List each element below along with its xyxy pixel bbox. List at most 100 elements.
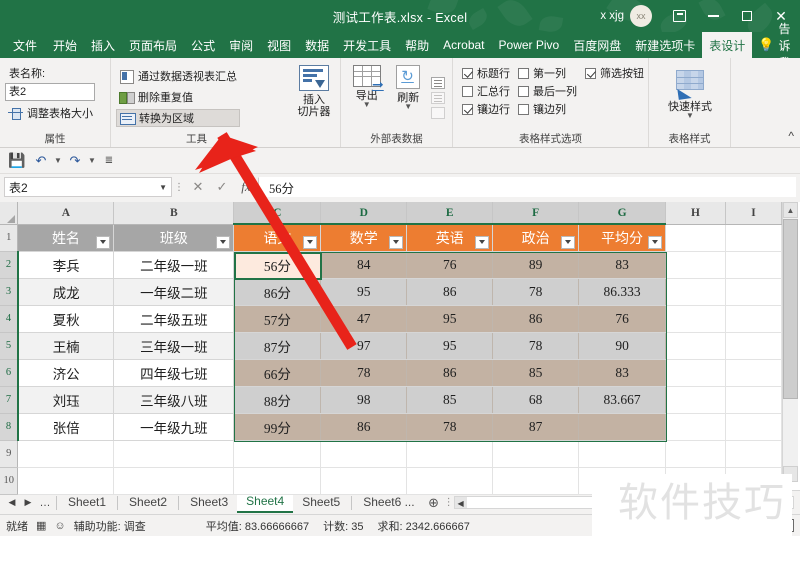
cell-c7[interactable]: 88分 <box>233 386 322 414</box>
cell-a4[interactable]: 夏秋 <box>17 305 115 333</box>
cell-d8[interactable]: 86 <box>320 413 408 441</box>
cell-a6[interactable]: 济公 <box>17 359 115 387</box>
cell-g8[interactable] <box>578 413 667 441</box>
save-icon[interactable]: 💾 <box>6 151 28 171</box>
row-header-1[interactable]: 1 <box>0 224 19 252</box>
cell-b2[interactable]: 二年级一班 <box>113 251 235 279</box>
nav-first-icon[interactable]: ◀ <box>4 497 20 508</box>
empty-cell[interactable] <box>725 224 783 252</box>
table-name-input[interactable]: 表2 <box>5 83 95 101</box>
ribbon-display-options-icon[interactable] <box>662 0 696 32</box>
cell-f2[interactable]: 89 <box>492 251 580 279</box>
cell-g2[interactable]: 83 <box>578 251 667 279</box>
add-sheet-icon[interactable]: ⊕ <box>424 495 444 511</box>
chevron-down-icon[interactable]: ▼ <box>363 101 371 109</box>
empty-cell[interactable] <box>665 440 726 468</box>
empty-cell[interactable] <box>665 359 726 387</box>
checkbox-banded-columns[interactable]: 镶边列 <box>518 101 577 117</box>
cell-a5[interactable]: 王楠 <box>17 332 115 360</box>
share-button[interactable]: 👤+ 共享 <box>796 32 800 58</box>
scroll-up-icon[interactable]: ▲ <box>783 202 798 218</box>
cell-f4[interactable]: 86 <box>492 305 580 333</box>
column-header-d[interactable]: D <box>320 202 408 225</box>
empty-cell[interactable] <box>725 332 783 360</box>
cell-d5[interactable]: 97 <box>320 332 408 360</box>
all-sheets-icon[interactable]: ⋮ <box>444 497 454 508</box>
checkbox-header-row[interactable]: 标题行 <box>462 65 510 81</box>
tab-home[interactable]: 开始 <box>46 32 84 58</box>
summarize-with-pivottable-button[interactable]: 通过数据透视表汇总 <box>116 67 240 85</box>
empty-cell[interactable] <box>320 467 408 495</box>
cell-f6[interactable]: 85 <box>492 359 580 387</box>
column-header-c[interactable]: C <box>233 202 322 225</box>
cell-c6[interactable]: 66分 <box>233 359 322 387</box>
column-header-g[interactable]: G <box>578 202 667 225</box>
empty-cell[interactable] <box>113 467 235 495</box>
undo-dropdown-icon[interactable]: ▼ <box>54 156 62 165</box>
column-header-f[interactable]: F <box>492 202 580 225</box>
cell-c8[interactable]: 99分 <box>233 413 322 441</box>
row-header-4[interactable]: 4 <box>0 305 19 333</box>
table-header-cell[interactable]: 语文 <box>233 224 322 252</box>
cell-f8[interactable]: 87 <box>492 413 580 441</box>
avatar[interactable]: xx <box>630 5 652 27</box>
vscroll-thumb[interactable] <box>783 219 798 399</box>
row-header-9[interactable]: 9 <box>0 440 19 468</box>
enter-checkmark-icon[interactable]: ✓ <box>210 177 234 197</box>
remove-duplicates-button[interactable]: 删除重复值 <box>116 88 240 106</box>
cell-e8[interactable]: 78 <box>406 413 494 441</box>
column-header-b[interactable]: B <box>113 202 235 225</box>
cell-c5[interactable]: 87分 <box>233 332 322 360</box>
customize-qat-icon[interactable]: ≣ <box>98 151 120 171</box>
empty-cell[interactable] <box>492 440 580 468</box>
filter-dropdown-icon[interactable] <box>96 235 111 249</box>
row-header-7[interactable]: 7 <box>0 386 19 414</box>
cell-c4[interactable]: 57分 <box>233 305 322 333</box>
tab-help[interactable]: 帮助 <box>398 32 436 58</box>
tab-formulas[interactable]: 公式 <box>184 32 222 58</box>
empty-cell[interactable] <box>233 467 322 495</box>
chevron-down-icon[interactable]: ▼ <box>686 112 694 120</box>
empty-cell[interactable] <box>725 440 783 468</box>
column-header-i[interactable]: I <box>725 202 783 225</box>
tab-insert[interactable]: 插入 <box>84 32 122 58</box>
fx-icon[interactable]: fx <box>234 177 258 197</box>
chevron-down-icon[interactable]: ▼ <box>159 183 167 192</box>
table-header-cell[interactable]: 平均分 <box>578 224 667 252</box>
cell-g7[interactable]: 83.667 <box>578 386 667 414</box>
tab-table-design[interactable]: 表设计 <box>702 32 753 58</box>
empty-cell[interactable] <box>665 251 726 279</box>
quick-styles-button[interactable]: 快速样式 ▼ <box>654 66 726 120</box>
undo-icon[interactable]: ↶ <box>30 151 52 171</box>
empty-cell[interactable] <box>17 440 115 468</box>
convert-to-range-button[interactable]: 转换为区域 <box>116 109 240 127</box>
empty-cell[interactable] <box>665 386 726 414</box>
column-header-a[interactable]: A <box>17 202 115 225</box>
empty-cell[interactable] <box>725 251 783 279</box>
empty-cell[interactable] <box>725 359 783 387</box>
checkbox-banded-rows[interactable]: 镶边行 <box>462 101 510 117</box>
formula-bar-grip[interactable]: ⋮ <box>172 182 186 193</box>
cell-c2[interactable]: 56分 <box>233 251 322 279</box>
filter-dropdown-icon[interactable] <box>475 235 490 249</box>
cell-d4[interactable]: 47 <box>320 305 408 333</box>
empty-cell[interactable] <box>665 224 726 252</box>
empty-cell[interactable] <box>113 440 235 468</box>
cell-b4[interactable]: 二年级五班 <box>113 305 235 333</box>
row-header-6[interactable]: 6 <box>0 359 19 387</box>
cell-f5[interactable]: 78 <box>492 332 580 360</box>
cell-b7[interactable]: 三年级八班 <box>113 386 235 414</box>
cell-e5[interactable]: 95 <box>406 332 494 360</box>
cell-g3[interactable]: 86.333 <box>578 278 667 306</box>
tab-baidu-netdisk[interactable]: 百度网盘 <box>566 32 628 58</box>
close-icon[interactable]: ✕ <box>764 0 798 32</box>
row-header-5[interactable]: 5 <box>0 332 19 360</box>
cell-d3[interactable]: 95 <box>320 278 408 306</box>
empty-cell[interactable] <box>320 440 408 468</box>
filter-dropdown-icon[interactable] <box>389 235 404 249</box>
filter-dropdown-icon[interactable] <box>303 235 318 249</box>
table-header-cell[interactable]: 班级 <box>113 224 235 252</box>
row-header-10[interactable]: 10 <box>0 467 19 495</box>
cell-d7[interactable]: 98 <box>320 386 408 414</box>
empty-cell[interactable] <box>406 467 494 495</box>
